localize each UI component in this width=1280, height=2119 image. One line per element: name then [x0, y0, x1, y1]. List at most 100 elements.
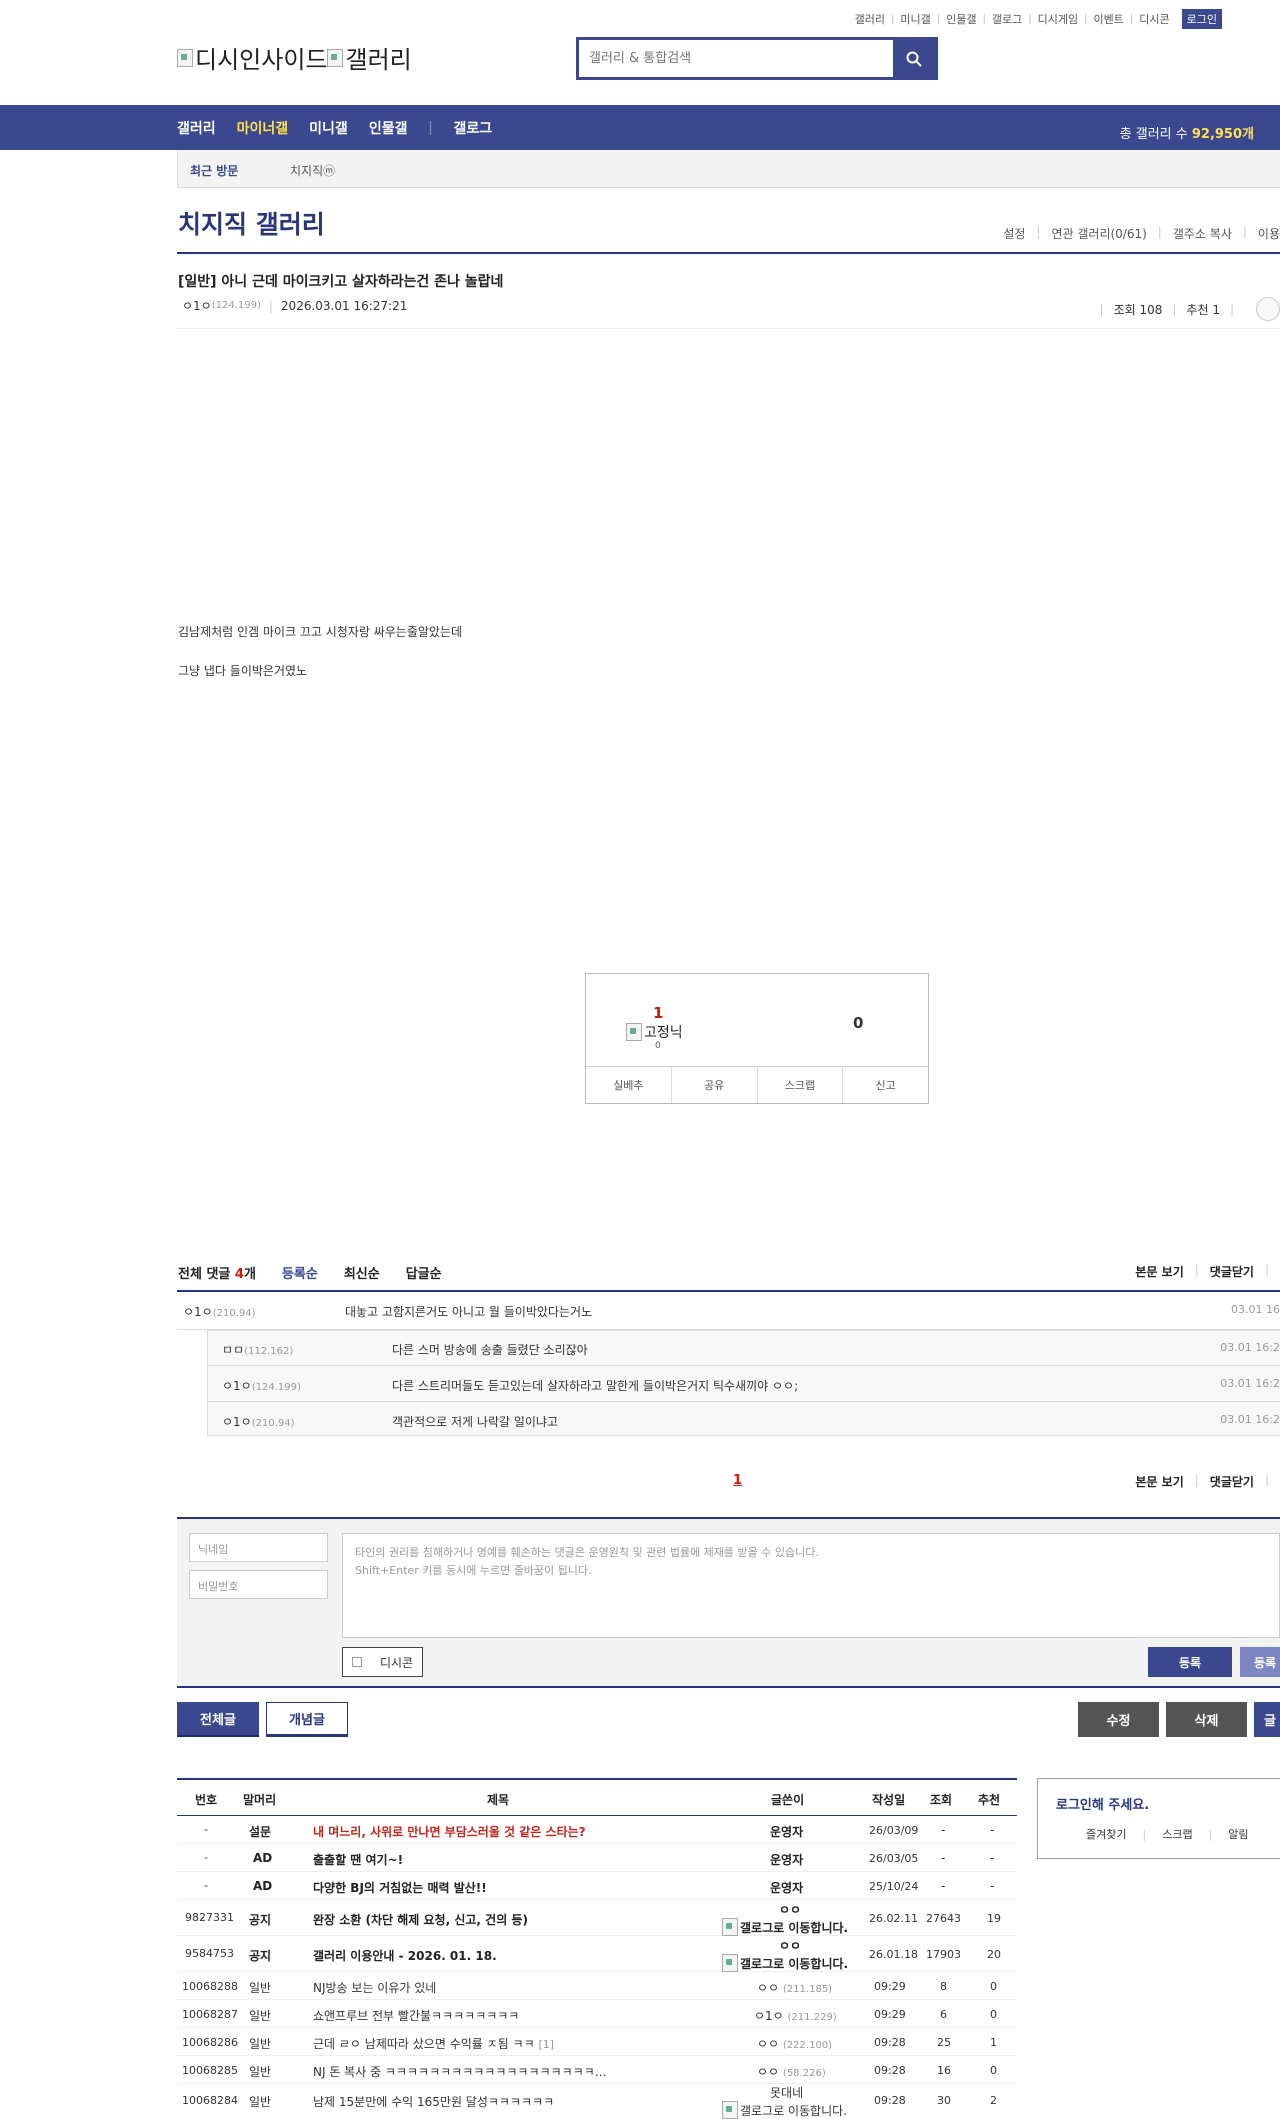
gallery-settings-link[interactable]: 설정 [1003, 225, 1025, 242]
header-recommend: 추천 [978, 1793, 1001, 1807]
table-row[interactable]: - AD 다양한 BJ의 거침없는 매력 발산!! 운영자 25/10/24 -… [177, 1872, 1017, 1900]
favorites-link[interactable]: 즐겨찾기 [1086, 1826, 1126, 1842]
vote-actions: 실베추 공유 스크랩 신고 [586, 1066, 928, 1103]
header-title: 제목 [487, 1793, 510, 1807]
search-icon [906, 51, 922, 67]
top-link-person[interactable]: 인물갤 [946, 11, 976, 27]
scrap-button[interactable]: 스크랩 [758, 1067, 844, 1103]
header-date: 작성일 [872, 1793, 906, 1807]
logo-text-gallery: 갤러리 [345, 46, 412, 74]
writer-galog-link[interactable]: 갤로그로 이동합니다. [722, 1954, 848, 1972]
gallery-tools: 설정 | 연관 갤러리(0/61) | 갤주소 복사 | 이용 [1003, 225, 1280, 242]
post-title-link[interactable]: NJ방송 보는 이유가 있네 [313, 1979, 436, 1996]
comment-item: ㅇ1ㅇ(210.94) 대놓고 고함지른거도 아니고 뭘 들이박았다는거노 03… [177, 1292, 1280, 1330]
broken-image-icon [626, 1023, 642, 1041]
comment-page-1[interactable]: 1 [733, 1473, 742, 1488]
sort-latest[interactable]: 최신순 [344, 1263, 380, 1282]
register-button[interactable]: 등록 [1148, 1647, 1232, 1677]
table-row[interactable]: - 설문 내 며느리, 사위로 만나면 부담스러울 것 같은 스타는? 운영자 … [177, 1816, 1017, 1844]
fixed-nick-count: 0 [655, 1041, 661, 1051]
top-link-gallery[interactable]: 갤러리 [855, 11, 885, 27]
fixed-nick-vote[interactable]: 고정닉 [626, 1022, 683, 1042]
usage-link[interactable]: 이용 [1258, 225, 1280, 242]
top-link-event[interactable]: 이벤트 [1094, 11, 1124, 27]
best-recommend-button[interactable]: 실베추 [586, 1067, 672, 1103]
reply-text: 다른 스머 방송에 송출 들렸단 소리잖아 [392, 1343, 588, 1357]
global-nav: 갤러리 마이너갤 미니갤 인물갤 갤로그 총 갤러리 수 92,950개 [0, 105, 1280, 150]
table-row[interactable]: - AD 출출할 땐 여기~! 운영자 26/03/05 - - [177, 1844, 1017, 1872]
scrap-link[interactable]: 스크랩 [1162, 1826, 1192, 1842]
table-row[interactable]: 10068284 일반 남제 15분만에 수익 165만원 달성ㅋㅋㅋㅋㅋㅋ 못… [177, 2084, 1017, 2119]
nickname-field[interactable]: 닉네임 [189, 1533, 328, 1562]
reply-text: 객관적으로 저게 나락갈 일이냐고 [392, 1415, 559, 1429]
table-row[interactable]: 9584753 공지 갤러리 이용안내 - 2026. 01. 18. ㅇㅇ 갤… [177, 1936, 1017, 1972]
write-button[interactable]: 글 [1254, 1702, 1280, 1737]
view-body-button-bottom[interactable]: 본문 보기 [1135, 1473, 1183, 1490]
sort-replies[interactable]: 답글순 [406, 1263, 442, 1282]
delete-button[interactable]: 삭제 [1166, 1702, 1247, 1737]
gnb-galog[interactable]: 갤로그 [453, 118, 492, 138]
copy-address-link[interactable]: 갤주소 복사 [1173, 225, 1232, 242]
sort-registered[interactable]: 등록순 [282, 1263, 318, 1282]
concept-posts-tab[interactable]: 개념글 [266, 1702, 348, 1737]
top-link-dccon[interactable]: 디시콘 [1139, 11, 1169, 27]
reply-author[interactable]: ㅁㅁ(112.162) [222, 1341, 293, 1358]
table-row[interactable]: 9827331 공지 완장 소환 (차단 해제 요청, 신고, 건의 등) ㅇㅇ… [177, 1900, 1017, 1936]
title-divider [177, 252, 1280, 254]
top-link-galog[interactable]: 갤로그 [992, 11, 1022, 27]
search-input[interactable] [579, 40, 893, 77]
table-row[interactable]: 10068288 일반 NJ방송 보는 이유가 있네 ㅇㅇ (211.185) … [177, 1972, 1017, 2000]
report-button[interactable]: 신고 [843, 1067, 928, 1103]
more-options-button[interactable] [1256, 297, 1280, 321]
share-button[interactable]: 공유 [672, 1067, 758, 1103]
upvote-count: 1 [653, 1004, 664, 1022]
edit-button[interactable]: 수정 [1078, 1702, 1159, 1737]
login-box: 로그인해 주세요. 즐겨찾기 | 스크랩 | 알림 [1037, 1778, 1280, 1859]
all-posts-tab[interactable]: 전체글 [177, 1702, 259, 1737]
table-row[interactable]: 10068287 일반 쇼앤프루브 전부 빨간불ㅋㅋㅋㅋㅋㅋㅋㅋ ㅇ1ㅇ (21… [177, 2000, 1017, 2028]
writer-galog-link[interactable]: 갤로그로 이동합니다. [722, 1918, 848, 1936]
top-link-game[interactable]: 디시게임 [1038, 11, 1078, 27]
broken-image-icon [177, 48, 193, 67]
recent-visit-item[interactable]: 치지직ⓜ [290, 162, 335, 179]
gallery-title[interactable]: 치지직 갤러리 [178, 205, 325, 241]
comment-notice-2: Shift+Enter 키를 동시에 누르면 줄바꿈이 됩니다. [355, 1564, 592, 1577]
post-meta: ㅇ1ㅇ (124.199) | 2026.03.01 16:27:21 [182, 297, 408, 314]
related-gallery-link[interactable]: 연관 갤러리(0/61) [1051, 225, 1146, 242]
post-title-link[interactable]: 근데 ㄹㅇ 남제따라 샀으면 수익률 ㅈ됨 ㅋㅋ [1] [313, 2035, 554, 2052]
reply-author[interactable]: ㅇ1ㅇ(124.199) [222, 1377, 301, 1394]
close-comments-button[interactable]: 댓글닫기 [1210, 1263, 1254, 1280]
search-button[interactable] [893, 40, 935, 77]
post-title-link[interactable]: 다양한 BJ의 거침없는 매력 발산!! [313, 1879, 487, 1896]
post-title-link[interactable]: 출출할 땐 여기~! [313, 1851, 403, 1868]
comment-notice-1: 타인의 권리를 침해하거나 명예를 훼손하는 댓글은 운영원칙 및 관련 법률에… [355, 1546, 819, 1559]
login-prompt[interactable]: 로그인해 주세요. [1056, 1794, 1149, 1813]
table-row[interactable]: 10068285 일반 NJ 돈 복사 중 ㅋㅋㅋㅋㅋㅋㅋㅋㅋㅋㅋㅋㅋㅋㅋㅋㅋㅋ… [177, 2056, 1017, 2084]
gnb-minor-gallery[interactable]: 마이너갤 [237, 118, 289, 138]
gnb-person-gallery[interactable]: 인물갤 [369, 118, 408, 138]
gnb-gallery[interactable]: 갤러리 [177, 118, 216, 138]
post-title-link[interactable]: 남제 15분만에 수익 165만원 달성ㅋㅋㅋㅋㅋㅋ [313, 2093, 554, 2110]
top-link-minor[interactable]: 미니갤 [900, 11, 930, 27]
password-field[interactable]: 비밀번호 [189, 1570, 328, 1599]
site-logo[interactable]: 디시인사이드 갤러리 [177, 40, 412, 75]
notification-link[interactable]: 알림 [1228, 1826, 1248, 1842]
post-title-link[interactable]: 쇼앤프루브 전부 빨간불ㅋㅋㅋㅋㅋㅋㅋㅋ [313, 2007, 519, 2024]
gnb-mini-gallery[interactable]: 미니갤 [309, 118, 348, 138]
login-box-links: 즐겨찾기 | 스크랩 | 알림 [1086, 1826, 1249, 1842]
post-title-link[interactable]: NJ 돈 복사 중 ㅋㅋㅋㅋㅋㅋㅋㅋㅋㅋㅋㅋㅋㅋㅋㅋㅋㅋㅋ… [313, 2063, 607, 2080]
comment-author[interactable]: ㅇ1ㅇ(210.94) [183, 1303, 256, 1320]
table-row[interactable]: 10068286 일반 근데 ㄹㅇ 남제따라 샀으면 수익률 ㅈ됨 ㅋㅋ [1]… [177, 2028, 1017, 2056]
close-comments-button-bottom[interactable]: 댓글닫기 [1210, 1473, 1254, 1490]
post-title-link[interactable]: 갤러리 이용안내 - 2026. 01. 18. [313, 1947, 497, 1964]
dccon-button[interactable]: 디시콘 [342, 1647, 423, 1677]
writer-galog-link[interactable]: 갤로그로 이동합니다. [722, 2101, 847, 2119]
view-body-button[interactable]: 본문 보기 [1135, 1263, 1183, 1280]
comment-textarea[interactable]: 타인의 권리를 침해하거나 명예를 훼손하는 댓글은 운영원칙 및 관련 법률에… [342, 1533, 1280, 1638]
post-author[interactable]: ㅇ1ㅇ [182, 297, 212, 314]
reply-author[interactable]: ㅇ1ㅇ(210.94) [222, 1413, 295, 1430]
login-button[interactable]: 로그인 [1181, 9, 1222, 29]
post-title-link[interactable]: 완장 소환 (차단 해제 요청, 신고, 건의 등) [313, 1911, 528, 1928]
register-recommend-button[interactable]: 등록 [1240, 1647, 1280, 1677]
post-title-link[interactable]: 내 며느리, 사위로 만나면 부담스러울 것 같은 스타는? [313, 1823, 586, 1840]
